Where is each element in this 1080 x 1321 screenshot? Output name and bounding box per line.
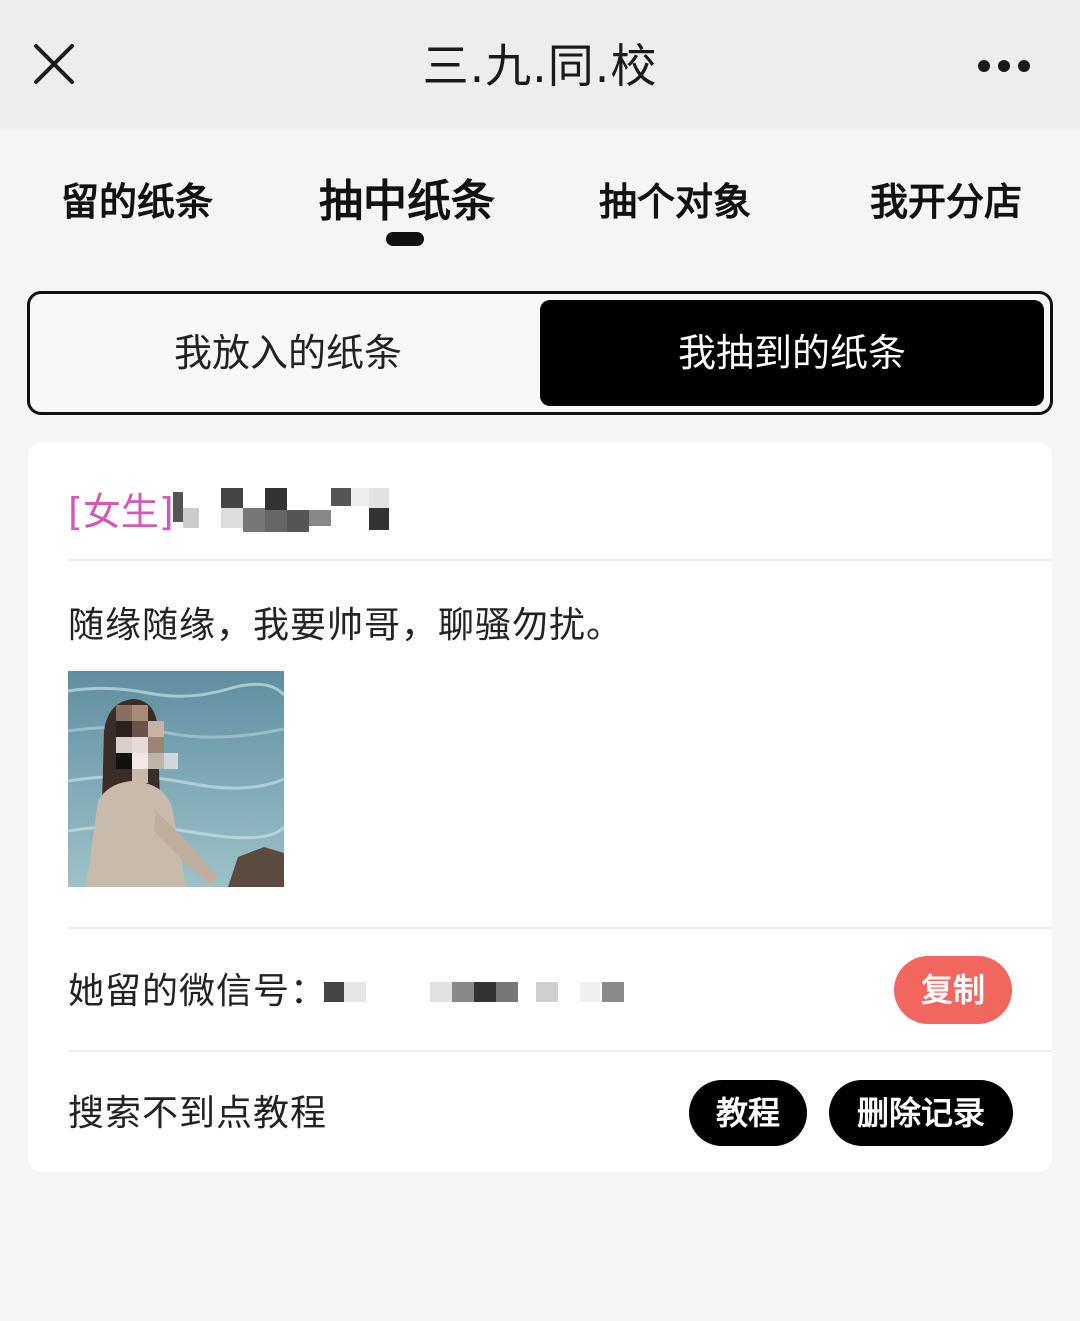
tab-drawn-notes[interactable]: 抽中纸条 (319, 172, 495, 232)
delete-record-button[interactable]: 删除记录 (829, 1080, 1013, 1146)
divider (68, 559, 1052, 561)
divider (68, 1050, 1052, 1052)
note-type-segment: 我放入的纸条 我抽到的纸条 (27, 291, 1053, 415)
segment-my-placed-notes[interactable]: 我放入的纸条 (36, 300, 540, 406)
wechat-id-mosaic (324, 982, 624, 1002)
segment-my-drawn-notes[interactable]: 我抽到的纸条 (540, 300, 1044, 406)
active-tab-indicator (386, 232, 424, 246)
more-button[interactable] (972, 44, 1036, 88)
note-message: 随缘随缘，我要帅哥，聊骚勿扰。 (68, 605, 624, 646)
note-photo[interactable] (68, 671, 284, 887)
tab-bar: 留的纸条 抽中纸条 抽个对象 我开分店 (0, 130, 1080, 280)
note-card: [女生] 随缘随缘，我要帅哥，聊骚勿扰。 她留的微信号： 复制 搜索不到点教程 … (28, 442, 1052, 1172)
tab-draw-partner[interactable]: 抽个对象 (599, 172, 751, 232)
tab-left-notes[interactable]: 留的纸条 (61, 172, 213, 232)
copy-button[interactable]: 复制 (894, 956, 1012, 1024)
page-title: 三.九.同.校 (422, 39, 658, 93)
divider (68, 927, 1052, 929)
wechat-id-label: 她留的微信号： (68, 971, 328, 1012)
nickname-mosaic (173, 488, 389, 532)
more-icon (978, 60, 1030, 72)
search-hint-text: 搜索不到点教程 (68, 1093, 328, 1134)
gender-tag: [女生] (68, 490, 174, 534)
tab-open-branch[interactable]: 我开分店 (870, 172, 1022, 232)
photo-image (68, 671, 284, 887)
top-bar: 三.九.同.校 (0, 0, 1080, 130)
tutorial-button[interactable]: 教程 (689, 1080, 807, 1146)
